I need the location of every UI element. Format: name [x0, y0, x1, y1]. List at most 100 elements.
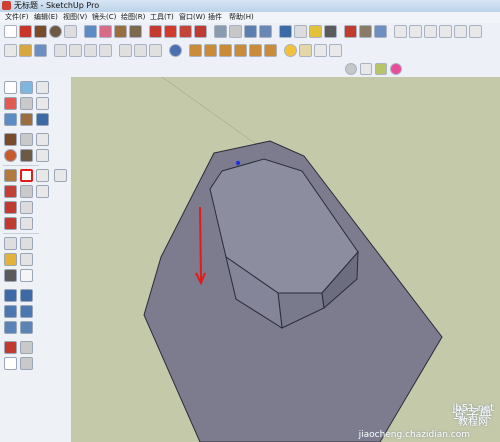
rotate-icon[interactable]: [164, 25, 177, 38]
3d-text-tool-icon[interactable]: [20, 253, 33, 266]
sandbox-icon[interactable]: [314, 44, 327, 57]
line-tool-icon[interactable]: [20, 133, 33, 146]
undo-icon[interactable]: [119, 44, 132, 57]
walk-tool-icon[interactable]: [20, 357, 33, 370]
arc-tool-icon[interactable]: [20, 149, 33, 162]
sphere-icon[interactable]: [345, 63, 357, 75]
scale-icon[interactable]: [194, 25, 207, 38]
style-xray-icon[interactable]: [189, 44, 202, 57]
section-plane-icon[interactable]: [344, 25, 357, 38]
orbit-tool-icon[interactable]: [4, 289, 17, 302]
zoom-tool-icon[interactable]: [4, 305, 17, 318]
dimension-icon[interactable]: [244, 25, 257, 38]
freehand-tool-icon[interactable]: [36, 113, 49, 126]
push-pull-tool-icon[interactable]: [20, 185, 33, 198]
style-shaded-icon[interactable]: [234, 44, 247, 57]
menu-tools[interactable]: 工具(T): [150, 12, 174, 23]
circle-tool-icon[interactable]: [36, 97, 49, 110]
eraser-tool-icon[interactable]: [20, 97, 33, 110]
triangle-tool-icon[interactable]: [4, 169, 17, 182]
follow-me-toolbar-icon[interactable]: [179, 25, 192, 38]
3d-text-icon[interactable]: [309, 25, 322, 38]
zoom-extents-icon[interactable]: [20, 305, 33, 318]
text-icon[interactable]: [279, 25, 292, 38]
footprints-icon[interactable]: [4, 357, 17, 370]
circle-icon[interactable]: [49, 25, 62, 38]
modeling-viewport[interactable]: 查字典 教程网 jiaocheng.chazidian.com jb51.net: [72, 77, 500, 442]
eraser-icon[interactable]: [99, 25, 112, 38]
polygon-tool-icon[interactable]: [4, 149, 17, 162]
footprint-alt-icon[interactable]: [54, 169, 67, 182]
delete-icon[interactable]: [99, 44, 112, 57]
right-view-icon[interactable]: [439, 25, 452, 38]
select-extra-icon[interactable]: [36, 81, 49, 94]
select-tool-icon[interactable]: [4, 25, 17, 38]
axes-tool-icon[interactable]: [4, 269, 17, 282]
left-view-icon[interactable]: [469, 25, 482, 38]
front-view-icon[interactable]: [424, 25, 437, 38]
redo-icon[interactable]: [134, 44, 147, 57]
save-icon[interactable]: [34, 44, 47, 57]
make-component-tool-icon[interactable]: [20, 81, 33, 94]
pencil-tool-icon[interactable]: [4, 97, 17, 110]
scale-tool-icon[interactable]: [4, 217, 17, 230]
menu-plugins[interactable]: 插件: [208, 12, 222, 23]
print-icon[interactable]: [149, 44, 162, 57]
open-file-icon[interactable]: [19, 44, 32, 57]
move-tool-icon[interactable]: [4, 185, 17, 198]
menu-edit[interactable]: 编辑(E): [34, 12, 58, 23]
terrain-icon[interactable]: [329, 44, 342, 57]
menu-camera[interactable]: 镜头(C): [92, 12, 116, 23]
style-monochrome-icon[interactable]: [264, 44, 277, 57]
cut-icon[interactable]: [54, 44, 67, 57]
tape-tool-icon[interactable]: [4, 237, 17, 250]
look-around-icon[interactable]: [20, 341, 33, 354]
copy-icon[interactable]: [69, 44, 82, 57]
warehouse-icon[interactable]: [359, 25, 372, 38]
fog-icon[interactable]: [299, 44, 312, 57]
section-tool-icon[interactable]: [20, 269, 33, 282]
arc-icon[interactable]: [64, 25, 77, 38]
model-canvas[interactable]: [72, 77, 500, 442]
menu-window[interactable]: 窗口(W): [179, 12, 205, 23]
color-wheel-icon[interactable]: [390, 63, 402, 75]
move-icon[interactable]: [149, 25, 162, 38]
style-textured-icon[interactable]: [249, 44, 262, 57]
dimension-tool-icon[interactable]: [20, 217, 33, 230]
menu-draw[interactable]: 绘图(R): [121, 12, 145, 23]
share-model-icon[interactable]: [374, 25, 387, 38]
rectangle-tool-icon[interactable]: [4, 133, 17, 146]
top-view-icon[interactable]: [409, 25, 422, 38]
make-component-icon[interactable]: [84, 25, 97, 38]
protractor-tool-icon[interactable]: [4, 253, 17, 266]
menu-help[interactable]: 帮助(H): [229, 12, 254, 23]
push-pull-icon[interactable]: [129, 25, 142, 38]
move-alt-icon[interactable]: [36, 133, 49, 146]
menu-file[interactable]: 文件(F): [5, 12, 29, 23]
tape-measure-icon[interactable]: [229, 25, 242, 38]
axes-icon[interactable]: [294, 25, 307, 38]
paste-icon[interactable]: [84, 44, 97, 57]
position-camera-tool-icon[interactable]: [4, 341, 17, 354]
offset-tool-icon[interactable]: [20, 201, 33, 214]
rotate-tool-icon[interactable]: [4, 201, 17, 214]
pencil-icon[interactable]: [19, 25, 32, 38]
iso-view-icon[interactable]: [394, 25, 407, 38]
zoom-window-icon[interactable]: [4, 321, 17, 334]
follow-me-tool-icon[interactable]: [20, 169, 33, 182]
geo-location-icon[interactable]: [375, 63, 387, 75]
menu-view[interactable]: 视图(V): [63, 12, 87, 23]
follow-me-alt-icon[interactable]: [36, 169, 49, 182]
component-tool-icon[interactable]: [4, 113, 17, 126]
arc-alt-icon[interactable]: [36, 149, 49, 162]
select-arrow-icon[interactable]: [4, 81, 17, 94]
position-camera-icon[interactable]: [360, 63, 372, 75]
paint-tool-icon[interactable]: [20, 113, 33, 126]
new-file-icon[interactable]: [4, 44, 17, 57]
style-hidden-line-icon[interactable]: [219, 44, 232, 57]
eye-icon[interactable]: [36, 185, 49, 198]
back-view-icon[interactable]: [454, 25, 467, 38]
paint-bucket-icon[interactable]: [114, 25, 127, 38]
style-wireframe-icon[interactable]: [204, 44, 217, 57]
rectangle-icon[interactable]: [34, 25, 47, 38]
